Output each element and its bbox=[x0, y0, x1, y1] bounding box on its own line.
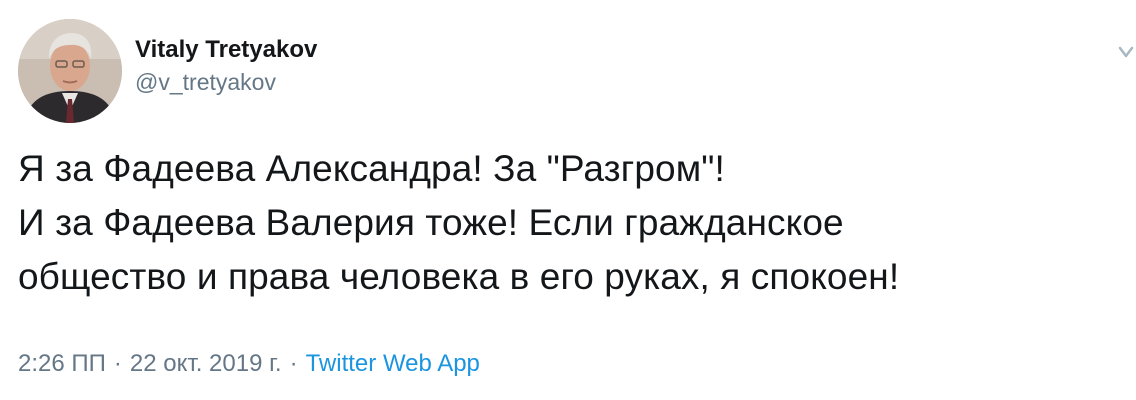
tweet-text: Я за Фадеева Александра! За "Разгром"! И… bbox=[18, 148, 900, 297]
meta-separator: · bbox=[113, 350, 122, 377]
meta-separator: · bbox=[289, 350, 298, 377]
avatar[interactable] bbox=[18, 19, 122, 123]
tweet-card: Vitaly Tretyakov @v_tretyakov Я за Фадее… bbox=[0, 0, 1136, 400]
author-display-name[interactable]: Vitaly Tretyakov bbox=[135, 36, 317, 64]
tweet-source-link[interactable]: Twitter Web App bbox=[306, 350, 480, 377]
tweet-metadata: 2:26 ПП · 22 окт. 2019 г. · Twitter Web App bbox=[18, 348, 480, 380]
author-block: Vitaly Tretyakov @v_tretyakov bbox=[135, 36, 317, 96]
tweet-time[interactable]: 2:26 ПП bbox=[18, 350, 106, 377]
chevron-down-icon[interactable] bbox=[1116, 36, 1136, 62]
tweet-date[interactable]: 22 окт. 2019 г. bbox=[130, 350, 282, 377]
author-handle[interactable]: @v_tretyakov bbox=[135, 68, 317, 96]
